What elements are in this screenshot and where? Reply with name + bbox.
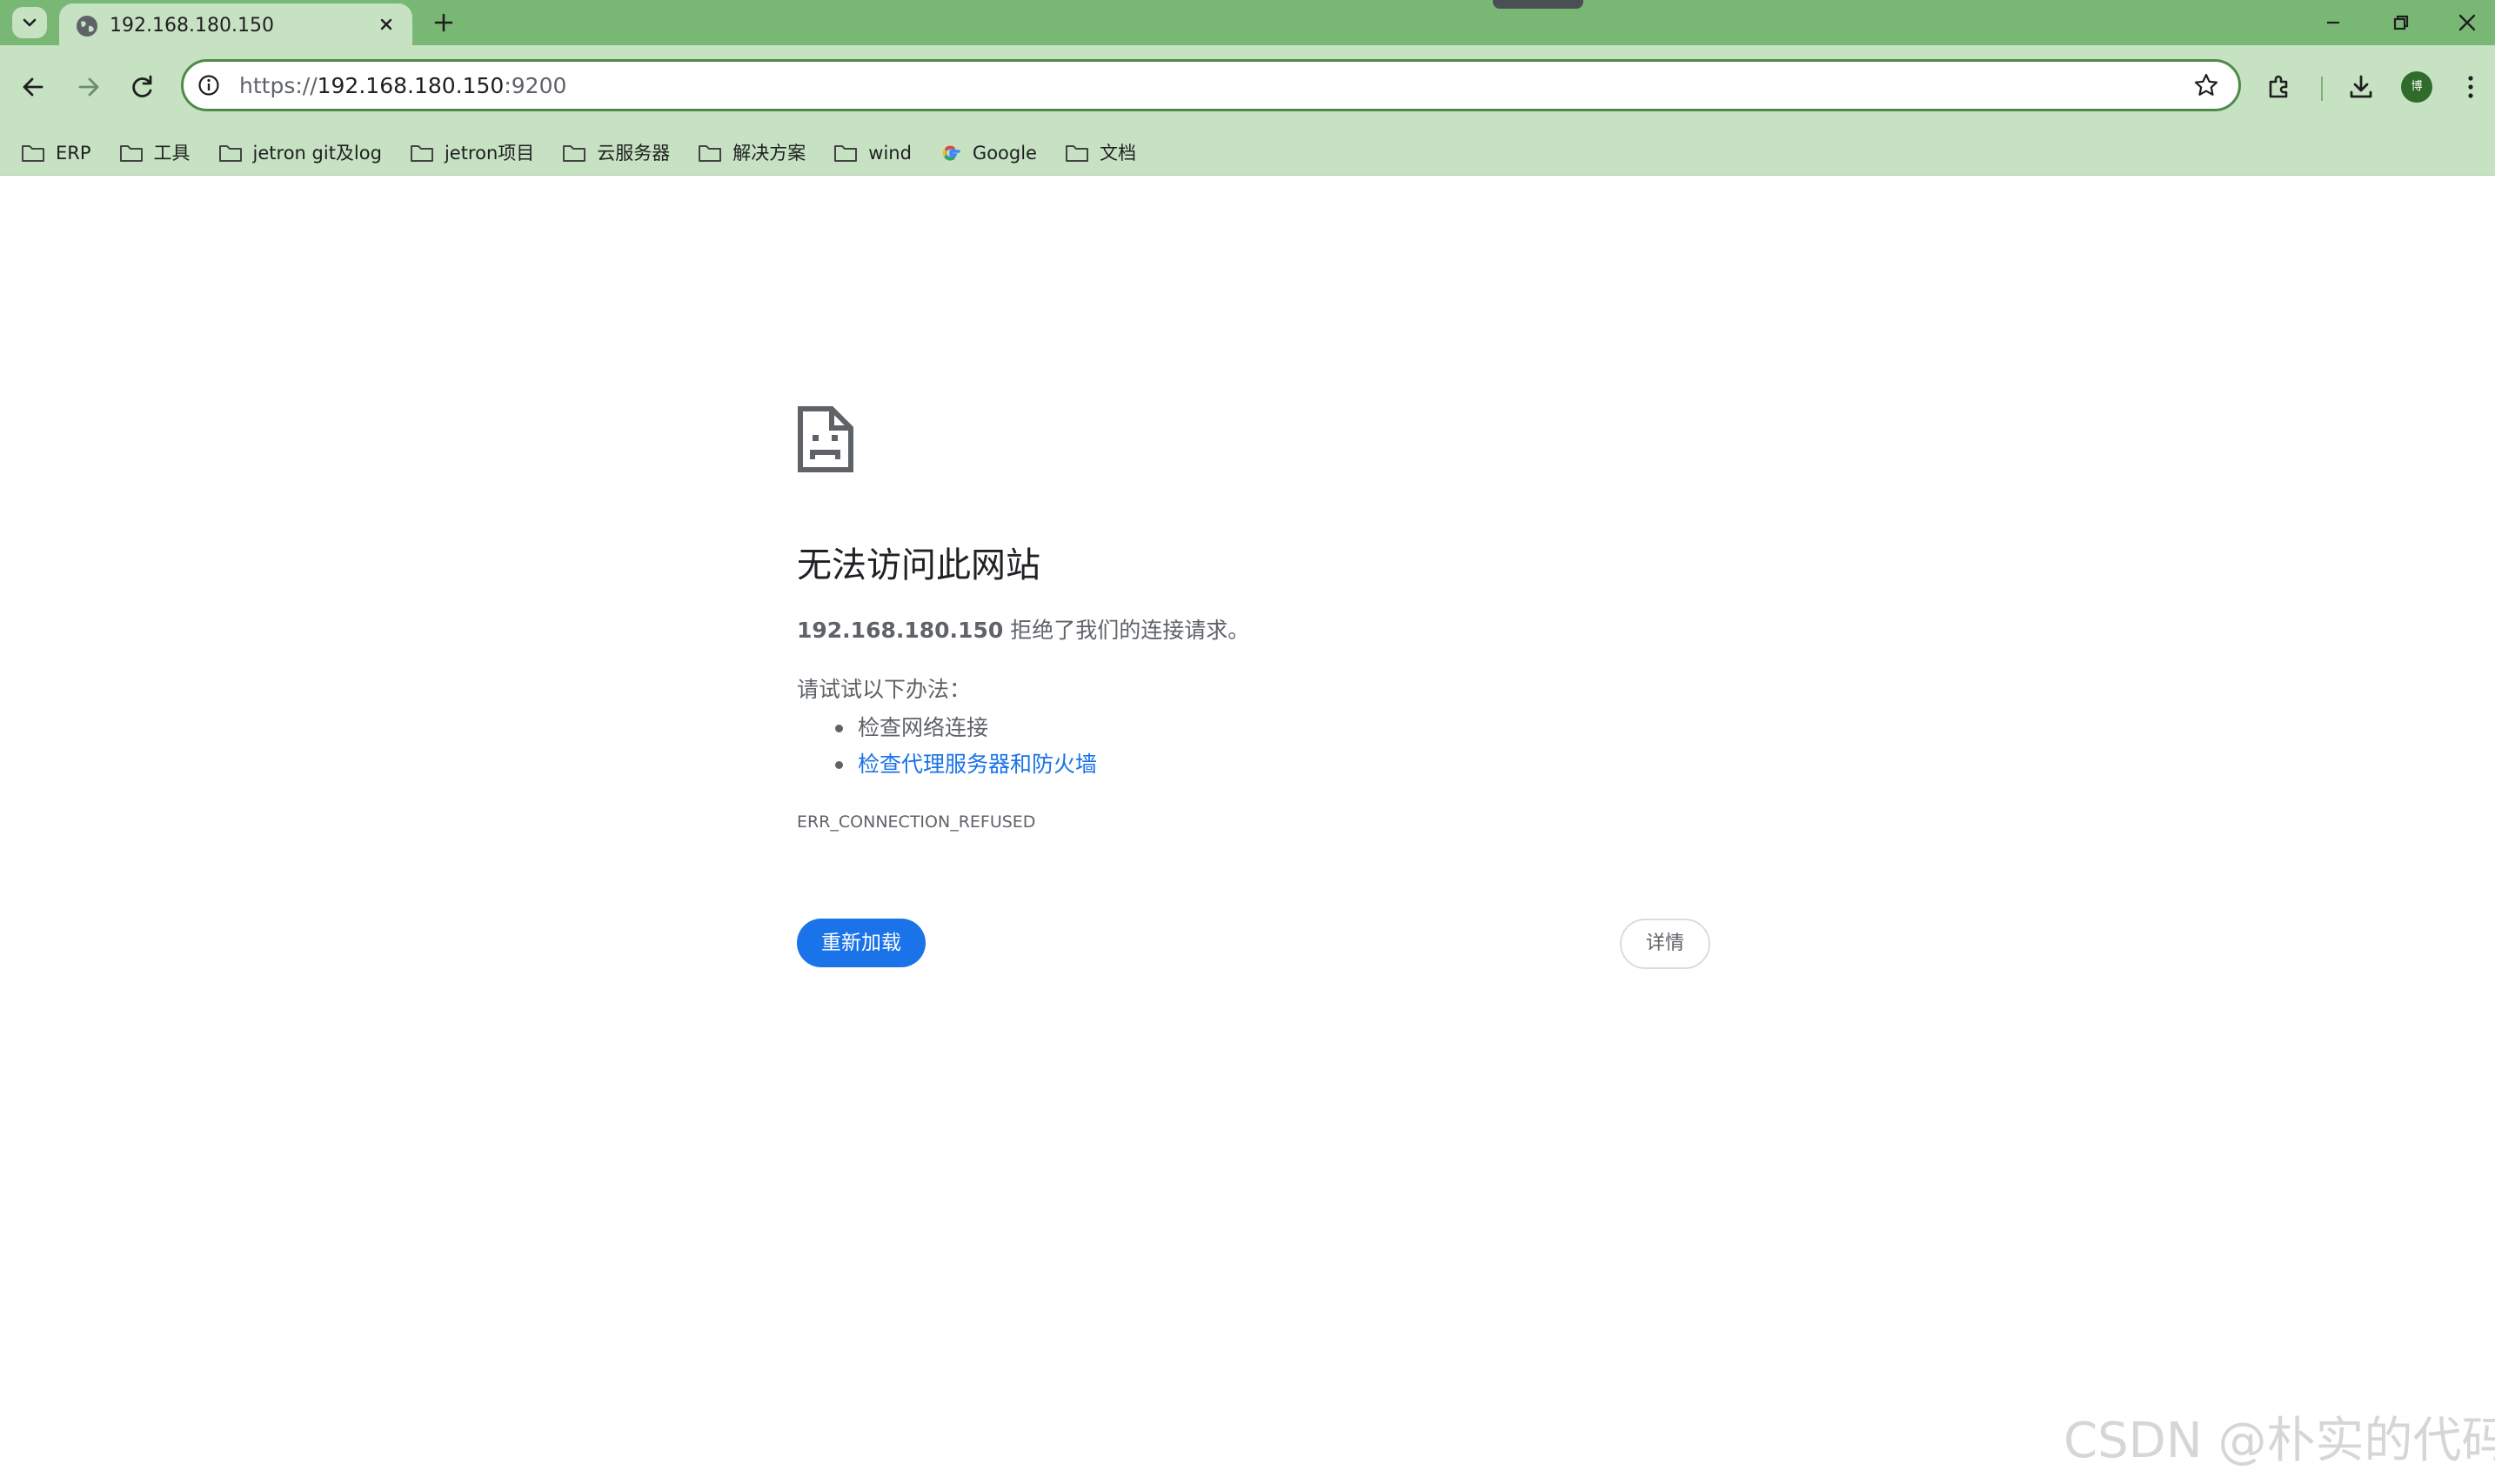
reload-button[interactable]: 重新加载: [797, 919, 926, 967]
tab-title: 192.168.180.150: [110, 15, 274, 37]
folder-icon: [563, 145, 586, 162]
tab-search-button[interactable]: [12, 7, 47, 38]
bookmark-label: wind: [868, 143, 912, 164]
details-button[interactable]: 详情: [1620, 919, 1710, 969]
chevron-down-icon: [23, 18, 37, 27]
reload-icon[interactable]: [127, 71, 158, 103]
bookmark-cloud-server[interactable]: 云服务器: [562, 141, 670, 165]
bookmark-label: ERP: [56, 143, 91, 164]
suggestion-check-proxy: 检查代理服务器和防火墙: [797, 746, 1097, 783]
bookmark-label: Google: [972, 143, 1037, 164]
bookmark-erp[interactable]: ERP: [21, 141, 91, 165]
forward-arrow-icon[interactable]: [73, 71, 104, 103]
url-text[interactable]: https://192.168.180.150:9200: [239, 72, 566, 100]
tab-strip: 192.168.180.150: [0, 0, 2495, 52]
more-menu-icon[interactable]: [2462, 73, 2479, 101]
bookmark-star-icon[interactable]: [2193, 72, 2219, 98]
error-code: ERR_CONNECTION_REFUSED: [797, 812, 1036, 832]
bookmark-tools[interactable]: 工具: [119, 141, 191, 165]
download-icon[interactable]: [2345, 71, 2377, 103]
sad-document-icon: [798, 406, 853, 472]
window-close-icon[interactable]: [2452, 7, 2483, 38]
new-tab-icon[interactable]: [430, 9, 458, 37]
minimize-icon[interactable]: [2319, 9, 2347, 37]
folder-icon: [699, 145, 722, 162]
bookmark-google[interactable]: Google: [940, 141, 1037, 165]
url-scheme: https://: [239, 73, 318, 98]
error-heading: 无法访问此网站: [797, 545, 1040, 585]
suggestions-list: 检查网络连接 检查代理服务器和防火墙: [797, 710, 1097, 783]
url-port: :9200: [504, 73, 567, 98]
bookmark-docs[interactable]: 文档: [1065, 141, 1136, 165]
folder-icon: [218, 145, 242, 162]
bookmark-label: 文档: [1099, 143, 1136, 164]
folder-icon: [410, 145, 433, 162]
bookmark-solutions[interactable]: 解决方案: [698, 141, 806, 165]
restore-icon[interactable]: [2387, 9, 2415, 37]
folder-icon: [22, 145, 44, 162]
error-host: 192.168.180.150: [797, 618, 1004, 643]
bookmark-jetron-git[interactable]: jetron git及log: [218, 141, 382, 165]
close-tab-icon[interactable]: [376, 14, 397, 35]
bookmarks-bar: ERP 工具 jetron git及log jetron项目 云服务器 解决方案…: [0, 130, 2495, 176]
error-description-text: 拒绝了我们的连接请求。: [1010, 618, 1250, 643]
folder-icon: [1065, 145, 1088, 162]
address-bar[interactable]: https://192.168.180.150:9200: [181, 59, 2241, 111]
folder-icon: [119, 145, 143, 162]
info-icon: [198, 75, 219, 96]
folder-icon: [834, 145, 858, 162]
back-arrow-icon[interactable]: [17, 71, 49, 103]
bookmark-label: jetron项目: [444, 143, 535, 164]
bookmark-label: 解决方案: [732, 143, 806, 164]
error-description: 192.168.180.150 拒绝了我们的连接请求。: [797, 616, 1249, 645]
window-notch: [1493, 0, 1583, 9]
extensions-icon[interactable]: [2264, 71, 2295, 103]
bookmark-jetron-project[interactable]: jetron项目: [410, 141, 534, 165]
watermark: CSDN @朴实的代码: [2064, 1413, 2495, 1469]
bookmark-label: jetron git及log: [252, 143, 382, 164]
check-proxy-link[interactable]: 检查代理服务器和防火墙: [858, 752, 1097, 777]
bookmark-label: 云服务器: [597, 143, 671, 164]
url-host: 192.168.180.150: [317, 73, 505, 98]
bookmark-wind[interactable]: wind: [833, 141, 912, 165]
suggestion-check-network: 检查网络连接: [797, 710, 1097, 746]
bookmark-label: 工具: [153, 143, 191, 164]
google-icon: [942, 145, 960, 161]
suggestions-label: 请试试以下办法：: [797, 677, 972, 702]
globe-icon: [77, 16, 97, 37]
suggestion-text: 检查网络连接: [858, 715, 989, 740]
profile-avatar[interactable]: 博: [2401, 71, 2432, 103]
site-info-button[interactable]: [192, 69, 225, 102]
toolbar: https://192.168.180.150:9200 博: [0, 45, 2495, 130]
toolbar-separator: [2321, 77, 2323, 101]
